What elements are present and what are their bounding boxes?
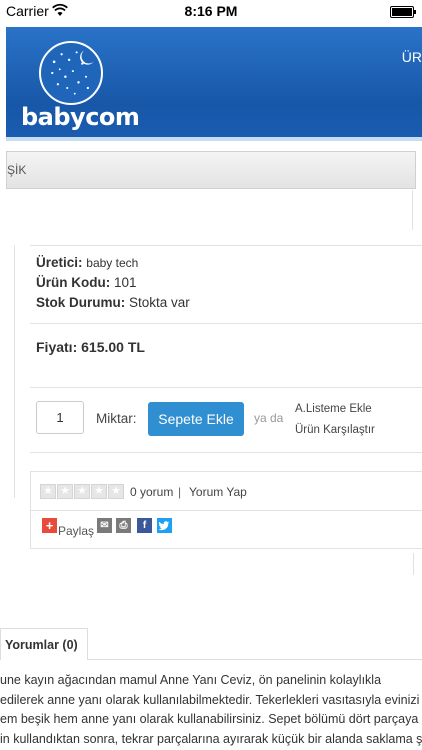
product-code-value: 101 <box>114 275 137 290</box>
product-description: une kayın ağacından mamul Anne Yanı Cevi… <box>0 671 422 749</box>
moon-stars-logo-icon[interactable] <box>39 41 103 105</box>
manufacturer-value[interactable]: baby tech <box>86 256 138 270</box>
compare-link[interactable]: Ürün Karşılaştır <box>295 424 375 436</box>
description-line: une kayın ağacından mamul Anne Yanı Cevi… <box>0 673 382 687</box>
quantity-label: Miktar: <box>96 411 137 426</box>
star-icon[interactable]: ★ <box>91 484 107 499</box>
right-scroll-edge <box>413 553 414 575</box>
rating-stars[interactable]: ★ ★ ★ ★ ★ <box>40 484 124 499</box>
stock-label: Stok Durumu: <box>36 295 126 310</box>
box-middle-border <box>30 510 422 511</box>
share-plus-icon[interactable]: + <box>42 518 57 533</box>
email-icon[interactable]: ✉ <box>97 518 112 533</box>
left-divider <box>14 245 15 498</box>
price-value: 615.00 TL <box>81 339 145 355</box>
brand-logo-text[interactable]: babycom <box>21 103 140 131</box>
nav-category-label[interactable]: ŞİK <box>7 163 26 177</box>
review-count[interactable]: 0 yorum <box>130 485 173 499</box>
facebook-icon[interactable]: f <box>137 518 152 533</box>
print-icon[interactable]: ⎙ <box>116 518 131 533</box>
star-icon[interactable]: ★ <box>57 484 73 499</box>
star-icon[interactable]: ★ <box>40 484 56 499</box>
star-icon[interactable]: ★ <box>74 484 90 499</box>
divider <box>30 387 422 388</box>
description-line: in kullandıktan sonra, tekrar parçaların… <box>0 731 422 746</box>
wishlist-link[interactable]: A.Listeme Ekle <box>295 403 372 415</box>
header-divider <box>6 137 422 141</box>
manufacturer-row: Üretici: baby tech <box>36 255 138 270</box>
stock-row: Stok Durumu: Stokta var <box>36 295 190 310</box>
share-label[interactable]: Paylaş <box>58 524 94 538</box>
twitter-icon[interactable] <box>157 518 172 533</box>
battery-icon <box>390 6 416 18</box>
product-code-label: Ürün Kodu: <box>36 275 111 290</box>
category-navbar[interactable]: ŞİK <box>6 151 416 189</box>
box-bottom-border <box>30 548 422 549</box>
price-label: Fiyatı: <box>36 339 78 355</box>
price-row: Fiyatı: 615.00 TL <box>36 339 145 355</box>
stock-value: Stokta var <box>129 295 190 310</box>
write-review-link[interactable]: Yorum Yap <box>189 485 247 499</box>
clock: 8:16 PM <box>184 3 238 19</box>
add-to-cart-button[interactable]: Sepete Ekle <box>148 402 244 436</box>
quantity-input[interactable]: 1 <box>36 401 84 434</box>
star-icon[interactable]: ★ <box>108 484 124 499</box>
manufacturer-label: Üretici: <box>36 255 83 270</box>
right-divider <box>412 190 413 230</box>
tab-reviews[interactable]: Yorumlar (0) <box>0 628 88 660</box>
header-menu-label[interactable]: ÜR <box>402 49 422 65</box>
box-top-border <box>30 471 422 472</box>
status-bar: Carrier 8:16 PM <box>0 0 422 22</box>
site-header: babycom ÜR <box>6 27 422 137</box>
divider <box>30 323 422 324</box>
description-line: edilerek anne yanı olarak kullanılabilme… <box>0 692 420 707</box>
or-text: ya da <box>254 411 284 425</box>
review-separator: | <box>178 485 182 499</box>
divider <box>30 245 422 246</box>
product-code-row: Ürün Kodu: 101 <box>36 275 137 290</box>
divider <box>30 452 422 453</box>
description-line: em beşik hem anne yanı olarak kullanabil… <box>0 712 419 726</box>
